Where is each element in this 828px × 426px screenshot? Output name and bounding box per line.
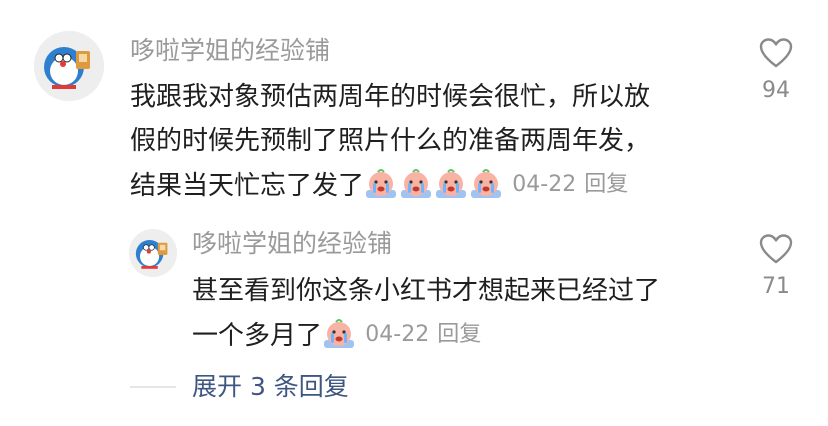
- comment-username[interactable]: 哆啦学姐的经验铺: [130, 36, 330, 66]
- comment-like-count: 94: [762, 78, 790, 103]
- doraemon-avatar-icon: [34, 31, 104, 101]
- reply-reply-button[interactable]: 回复: [437, 322, 481, 347]
- reply-line-2: 一个多月了 04-22 回复: [192, 313, 481, 364]
- reply-line-1: 甚至看到你这条小红书才想起来已经过了: [192, 276, 661, 306]
- expand-replies-button[interactable]: 展开 3 条回复: [192, 371, 349, 403]
- crying-face-emoji: [322, 318, 356, 350]
- heart-icon: [759, 38, 793, 68]
- comment-emoji-group: [364, 168, 504, 214]
- comment-line-1: 我跟我对象预估两周年的时候会很忙，所以放: [130, 82, 651, 112]
- crying-face-emoji: [434, 168, 468, 200]
- reply-line-2-text: 一个多月了: [192, 321, 323, 351]
- reply-like-count: 71: [762, 274, 790, 299]
- comment-reply-button[interactable]: 回复: [584, 172, 628, 197]
- heart-icon: [759, 234, 793, 264]
- comment-line-3: 结果当天忙忘了发了 04-22 回复: [130, 163, 628, 214]
- crying-face-emoji: [469, 168, 503, 200]
- reply-date: 04-22: [365, 322, 430, 347]
- doraemon-avatar-icon: [129, 229, 177, 277]
- reply-emoji-group: [322, 318, 357, 364]
- comment-line-2: 假的时候先预制了照片什么的准备两周年发，: [130, 126, 651, 156]
- comment-like-button[interactable]: 94: [746, 38, 806, 104]
- reply-like-button[interactable]: 71: [746, 234, 806, 300]
- comment-line-3-text: 结果当天忙忘了发了: [130, 171, 365, 201]
- crying-face-emoji: [364, 168, 398, 200]
- expand-divider: [130, 386, 176, 388]
- reply-username[interactable]: 哆啦学姐的经验铺: [192, 229, 392, 259]
- comment-date: 04-22: [512, 172, 577, 197]
- reply-avatar[interactable]: [129, 229, 177, 277]
- avatar[interactable]: [34, 31, 104, 101]
- crying-face-emoji: [399, 168, 433, 200]
